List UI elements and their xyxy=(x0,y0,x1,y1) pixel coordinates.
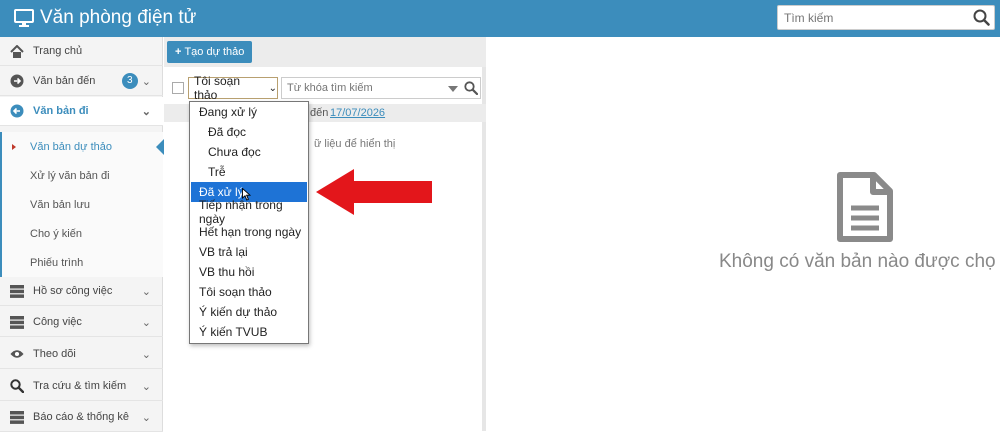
sidebar-subitem-process-outgoing[interactable]: Xử lý văn bản đi xyxy=(0,161,163,190)
dropdown-option[interactable]: Ý kiến dự thảo xyxy=(191,302,307,322)
preview-panel: Không có văn bản nào được chọ xyxy=(490,37,1000,431)
dropdown-option[interactable]: Tôi soạn thảo xyxy=(191,282,307,302)
sidebar-item-label: Tra cứu & tìm kiếm xyxy=(33,380,127,392)
chevron-down-icon[interactable]: ⌄ xyxy=(142,75,151,88)
sidebar: Trang chủ Văn bản đến 3 ⌄ Văn bản đi ⌄ V… xyxy=(0,37,164,432)
document-icon xyxy=(837,172,893,242)
eye-icon xyxy=(10,347,24,361)
sidebar-item-label: Trang chủ xyxy=(33,45,83,57)
mouse-cursor-icon xyxy=(242,188,251,201)
chevron-down-icon[interactable]: ⌄ xyxy=(142,411,151,424)
server-icon xyxy=(10,410,24,424)
status-select[interactable]: Tôi soạn thảo ⌄ xyxy=(188,74,278,102)
list-toolbar: + Tạo dự thảo xyxy=(164,37,486,67)
dropdown-option[interactable]: Đang xử lý xyxy=(191,102,307,122)
sidebar-item-label: Theo dõi xyxy=(33,348,76,360)
sidebar-item-label: Báo cáo & thống kê xyxy=(33,411,130,423)
sidebar-item-label: Văn bản đi xyxy=(33,105,89,117)
sidebar-item-home[interactable]: Trang chủ xyxy=(0,37,163,66)
status-select-value: Tôi soạn thảo xyxy=(194,74,241,102)
server-icon xyxy=(10,284,24,298)
chevron-down-icon: ⌄ xyxy=(268,82,277,94)
sidebar-subitem-label: Văn bản dự thảo xyxy=(30,140,112,153)
chevron-down-icon[interactable]: ⌄ xyxy=(142,348,151,361)
keyword-input[interactable] xyxy=(282,78,442,98)
sidebar-item-reports[interactable]: Báo cáo & thống kê ⌄ xyxy=(0,403,163,432)
sidebar-item-outgoing[interactable]: Văn bản đi ⌄ xyxy=(0,97,163,126)
chevron-down-icon[interactable]: ⌄ xyxy=(142,316,151,329)
sidebar-subitem-submissions[interactable]: Phiếu trình xyxy=(0,248,163,277)
search-icon[interactable] xyxy=(973,9,990,29)
server-icon xyxy=(10,315,24,329)
status-dropdown-list: Đang xử lý Đã đọc Chưa đọc Trễ Đã xử lý … xyxy=(189,101,309,344)
filter-row: Tôi soạn thảo ⌄ xyxy=(164,74,486,102)
search-icon xyxy=(10,379,24,393)
dropdown-option[interactable]: Chưa đọc xyxy=(191,142,307,162)
keyword-search[interactable] xyxy=(281,77,481,99)
chevron-down-icon[interactable]: ⌄ xyxy=(142,105,151,118)
dropdown-option[interactable]: VB trả lại xyxy=(191,242,307,262)
arrow-circle-right-icon xyxy=(10,74,24,88)
arrow-circle-left-icon xyxy=(10,104,24,118)
sidebar-item-lookup[interactable]: Tra cứu & tìm kiếm ⌄ xyxy=(0,372,163,401)
dropdown-option[interactable]: Ý kiến TVUB xyxy=(191,322,307,342)
search-icon[interactable] xyxy=(464,81,479,98)
caret-down-icon[interactable] xyxy=(448,86,458,92)
sidebar-subitem-archived[interactable]: Văn bản lưu xyxy=(0,190,163,219)
sidebar-item-tracking[interactable]: Theo dõi ⌄ xyxy=(0,340,163,369)
empty-state-message: Không có văn bản nào được chọ xyxy=(719,251,996,272)
chevron-down-icon[interactable]: ⌄ xyxy=(142,285,151,298)
sidebar-subitem-label: Văn bản lưu xyxy=(30,198,90,211)
app-title: Văn phòng điện tử xyxy=(40,7,197,28)
date-to-label: đến xyxy=(310,107,329,119)
sidebar-subitem-drafts[interactable]: Văn bản dự thảo xyxy=(0,132,164,161)
count-badge: 3 xyxy=(121,73,138,89)
chevron-down-icon[interactable]: ⌄ xyxy=(142,380,151,393)
sidebar-subitem-label: Cho ý kiến xyxy=(30,227,82,240)
sidebar-item-label: Văn bản đến xyxy=(33,75,96,87)
global-search[interactable] xyxy=(777,5,995,30)
date-to-value[interactable]: 17/07/2026 xyxy=(330,107,385,119)
sidebar-item-incoming[interactable]: Văn bản đến 3 ⌄ xyxy=(0,67,163,96)
red-arrow-icon xyxy=(316,169,432,215)
sidebar-subitem-label: Xử lý văn bản đi xyxy=(30,169,110,182)
sidebar-item-tasks[interactable]: Công việc ⌄ xyxy=(0,308,163,337)
dropdown-option[interactable]: Đã đọc xyxy=(191,122,307,142)
monitor-icon xyxy=(14,9,34,27)
create-draft-button[interactable]: + Tạo dự thảo xyxy=(167,41,253,63)
dropdown-option[interactable]: Tiếp nhận trong ngày xyxy=(191,198,307,226)
select-all-checkbox[interactable] xyxy=(172,82,184,94)
plus-icon: + xyxy=(175,46,182,58)
search-input[interactable] xyxy=(778,6,968,29)
no-data-message: ữ liệu để hiển thị xyxy=(314,138,396,150)
dropdown-option[interactable]: Trễ xyxy=(191,162,307,182)
top-bar: Văn phòng điện tử xyxy=(0,0,1000,37)
create-draft-label: Tạo dự thảo xyxy=(184,46,245,58)
sidebar-subitem-comments[interactable]: Cho ý kiến xyxy=(0,219,163,248)
sidebar-item-label: Hồ sơ công việc xyxy=(33,285,113,297)
sidebar-item-work-files[interactable]: Hồ sơ công việc ⌄ xyxy=(0,277,163,306)
sidebar-item-label: Công việc xyxy=(33,316,82,328)
home-icon xyxy=(10,44,24,58)
dropdown-option[interactable]: VB thu hồi xyxy=(191,262,307,282)
dropdown-option[interactable]: Hết hạn trong ngày xyxy=(191,222,307,242)
sidebar-subitem-label: Phiếu trình xyxy=(30,256,84,269)
app-brand[interactable]: Văn phòng điện tử xyxy=(14,6,196,30)
